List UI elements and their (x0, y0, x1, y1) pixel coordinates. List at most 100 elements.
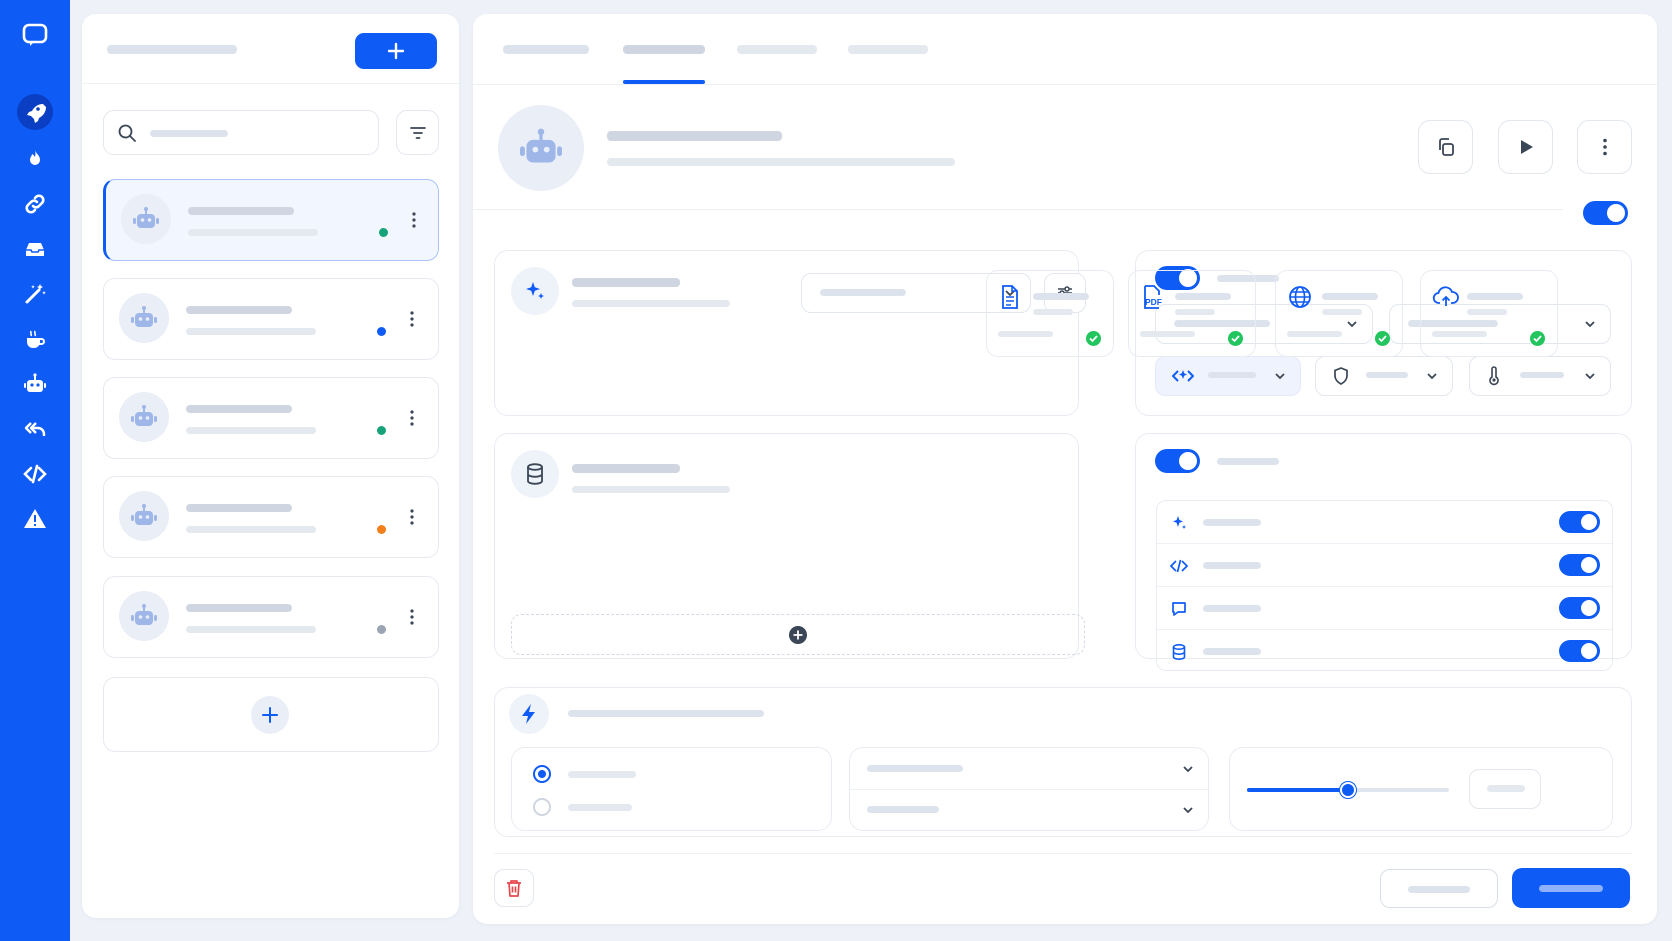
status-badge (377, 625, 386, 634)
model-subtitle (572, 300, 730, 307)
chevron-down-icon (1585, 373, 1595, 380)
lightning-icon (522, 704, 535, 724)
knowledge-icon-badge (511, 450, 559, 498)
capabilities-toggle[interactable] (1155, 449, 1200, 473)
check-circle-icon (1228, 331, 1243, 346)
agent-avatar[interactable] (498, 105, 584, 191)
cancel-button[interactable] (1380, 869, 1498, 908)
add-source-dropzone[interactable] (511, 614, 1085, 655)
run-button[interactable] (1498, 120, 1553, 174)
chat-bubble-icon (1172, 602, 1186, 616)
triggers-icon-badge (509, 694, 549, 734)
coffee-cup-icon (27, 330, 45, 348)
capability-toggle[interactable] (1559, 554, 1600, 576)
avatar (119, 392, 169, 442)
add-agent-card[interactable] (103, 677, 439, 752)
avatar (119, 591, 169, 641)
agent-more-button[interactable] (406, 208, 422, 232)
robot-icon (131, 306, 157, 327)
save-button[interactable] (1512, 868, 1630, 908)
rail-item-magic[interactable] (17, 276, 53, 312)
chevron-down-icon (1427, 373, 1437, 380)
trigger-event-select[interactable] (850, 748, 1208, 789)
trigger-selects (849, 747, 1209, 831)
check-circle-icon (1530, 331, 1545, 346)
source-upload[interactable] (1420, 270, 1558, 357)
agent-description (186, 328, 316, 335)
cloud-upload-icon (1432, 286, 1459, 306)
trigger-mode-option-label (568, 771, 636, 778)
agent-card[interactable] (103, 377, 439, 459)
agent-enabled-toggle[interactable] (1583, 201, 1628, 225)
tab-1[interactable] (503, 45, 589, 54)
new-agent-button[interactable] (355, 33, 437, 69)
rail-item-launch[interactable] (17, 94, 53, 130)
capability-toggle[interactable] (1559, 511, 1600, 533)
rail-item-developer[interactable] (17, 456, 53, 492)
rail-item-replies[interactable] (17, 411, 53, 447)
frequency-value-input[interactable] (1469, 769, 1541, 809)
play-icon (1520, 140, 1533, 154)
tab-4[interactable] (848, 45, 928, 54)
agent-more-button[interactable] (404, 406, 420, 430)
safety-select[interactable] (1315, 356, 1453, 396)
model-icon-badge (511, 267, 559, 315)
rail-item-inbox[interactable] (17, 231, 53, 267)
source-document[interactable] (986, 270, 1114, 357)
avatar (119, 491, 169, 541)
model-title (572, 278, 680, 287)
agent-search-input[interactable] (103, 110, 379, 155)
source-website[interactable] (1275, 270, 1403, 357)
add-agent-button[interactable] (251, 696, 289, 734)
temperature-select[interactable] (1469, 356, 1611, 396)
capability-toggle[interactable] (1559, 640, 1600, 662)
rail-item-alerts[interactable] (17, 501, 53, 537)
chevron-down-icon (1585, 321, 1595, 328)
agent-name (186, 604, 292, 612)
rail-item-integrations[interactable] (17, 186, 53, 222)
rail-item-agents[interactable] (17, 366, 53, 402)
agent-more-button[interactable] (404, 605, 420, 629)
tab-2[interactable] (623, 45, 705, 54)
agent-card[interactable] (103, 576, 439, 658)
agent-more-button[interactable] (404, 307, 420, 331)
status-badge (377, 525, 386, 534)
rail-item-trending[interactable] (17, 141, 53, 177)
mode-select[interactable] (1155, 356, 1301, 396)
chat-window-icon[interactable] (21, 22, 49, 48)
slider-thumb[interactable] (1340, 782, 1356, 798)
frequency-slider[interactable] (1247, 782, 1449, 798)
more-vertical-icon (410, 410, 414, 426)
capabilities-label (1217, 458, 1279, 465)
shield-icon (1334, 367, 1348, 385)
copy-icon (1438, 138, 1454, 156)
trash-icon (507, 880, 521, 897)
duplicate-button[interactable] (1418, 120, 1473, 174)
check-circle-icon (1375, 331, 1390, 346)
safety-select-value (1366, 372, 1408, 378)
trigger-mode-radio[interactable] (533, 765, 551, 783)
rail-item-coffee[interactable] (17, 322, 53, 358)
chevron-down-icon (1183, 766, 1193, 773)
capability-label (1203, 648, 1261, 655)
search-placeholder (150, 130, 228, 137)
temperature-select-value (1520, 372, 1564, 378)
agent-subtitle (607, 158, 955, 166)
trigger-mode-radio[interactable] (533, 798, 551, 816)
agent-list-title (107, 45, 237, 54)
more-options-button[interactable] (1577, 120, 1632, 174)
agent-card[interactable] (103, 278, 439, 360)
avatar (121, 194, 171, 244)
rocket-icon (27, 104, 46, 123)
filter-button[interactable] (396, 110, 439, 155)
more-vertical-icon (410, 311, 414, 327)
capability-toggle[interactable] (1559, 597, 1600, 619)
tab-3[interactable] (737, 45, 817, 54)
agent-card[interactable] (103, 179, 439, 261)
trigger-channel-select[interactable] (850, 790, 1208, 831)
agent-more-button[interactable] (404, 505, 420, 529)
active-tab-indicator (623, 80, 705, 84)
agent-card[interactable] (103, 476, 439, 558)
source-pdf[interactable]: PDF (1128, 270, 1256, 357)
delete-agent-button[interactable] (494, 869, 534, 907)
